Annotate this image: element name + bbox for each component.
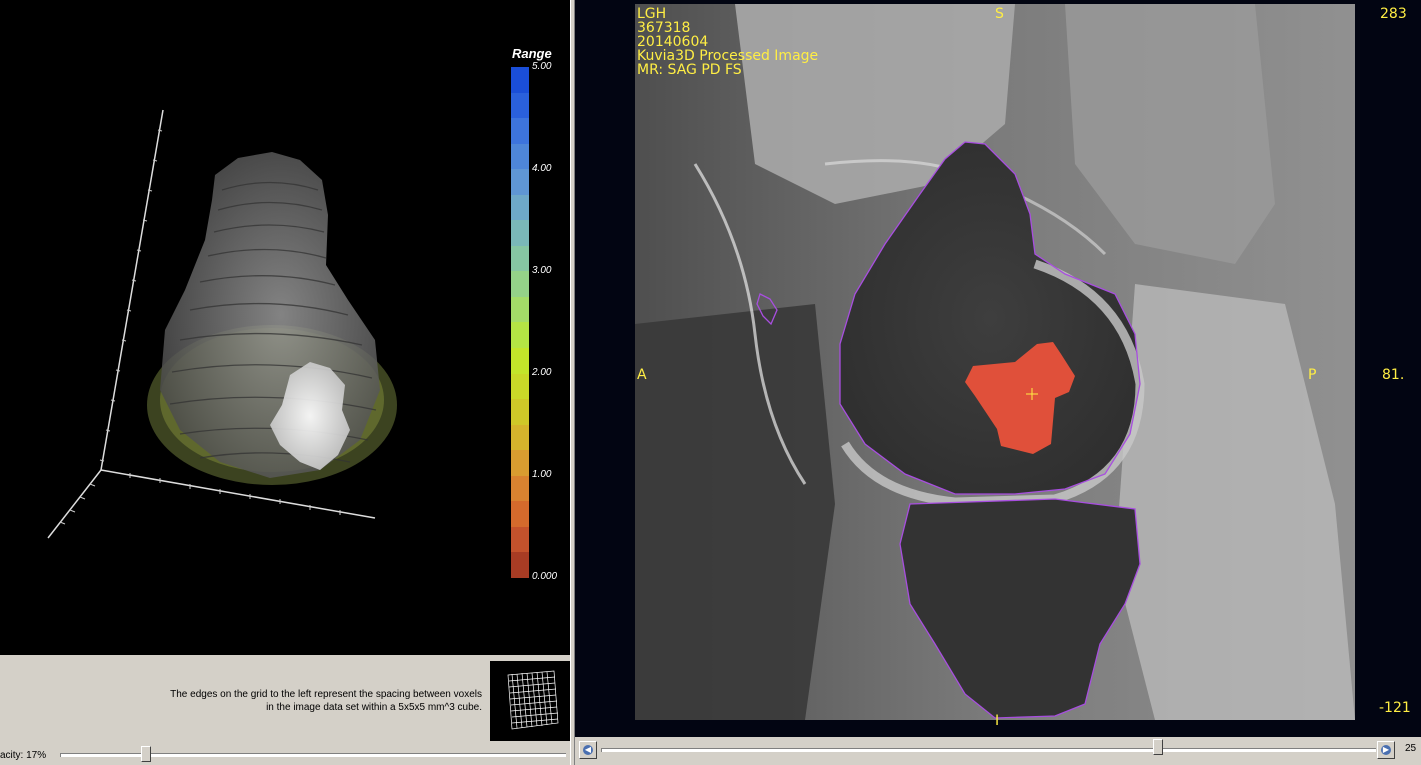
slice-slider[interactable] xyxy=(601,748,1376,752)
3d-render-view[interactable]: Range 5.00 4.00 3.00 2.00 1.00 0.000 xyxy=(0,0,570,655)
info-line: 367318 xyxy=(637,20,691,36)
colorbar-segment xyxy=(511,450,529,476)
scroll-left-button[interactable]: ◀ xyxy=(579,741,597,759)
colorbar-segment xyxy=(511,322,529,349)
colorbar-segment xyxy=(511,373,529,400)
colorbar-segment xyxy=(511,424,529,451)
colorbar-segment xyxy=(511,169,529,195)
colorbar-segment xyxy=(511,475,529,502)
colorbar-tick: 0.000 xyxy=(532,571,558,582)
y-axis xyxy=(47,469,102,539)
voxel-grid-thumbnail xyxy=(490,661,570,741)
window-max: 283 xyxy=(1380,6,1407,22)
3d-bone-render xyxy=(47,109,397,539)
colorbar-segment xyxy=(511,296,529,323)
colorbar-tick: 3.00 xyxy=(532,265,552,276)
patient-info: LGH 367318 20140604 Kuvia3D Processed Im… xyxy=(637,7,818,77)
colorbar-tick: 1.00 xyxy=(532,469,552,480)
info-line: Kuvia3D Processed Image xyxy=(637,48,819,64)
info-panel: The edges on the grid to the left repres… xyxy=(0,655,570,765)
arrow-right-icon: ▶ xyxy=(1381,745,1391,755)
colorbar-segment xyxy=(511,143,529,170)
orientation-anterior: A xyxy=(637,367,647,383)
slice-slider-thumb[interactable] xyxy=(1153,739,1164,755)
info-line: MR: SAG PD FS xyxy=(637,62,742,78)
opacity-slider[interactable] xyxy=(60,753,566,757)
orientation-posterior: P xyxy=(1308,367,1317,383)
colorbar-tick: 2.00 xyxy=(532,367,552,378)
colorbar-segment xyxy=(511,399,529,425)
window-level: 81. xyxy=(1382,367,1405,383)
colorbar-segment xyxy=(511,245,529,272)
arrow-left-icon: ◀ xyxy=(583,745,593,755)
colorbar-segment xyxy=(511,67,529,93)
colorbar-segment xyxy=(511,348,529,374)
colorbar-segment xyxy=(511,501,529,527)
colorbar-title: Range xyxy=(512,46,552,61)
colorbar-segment xyxy=(511,271,529,297)
colorbar-segment xyxy=(511,118,529,144)
colorbar-segment xyxy=(511,526,529,553)
mri-slice-view[interactable]: LGH 367318 20140604 Kuvia3D Processed Im… xyxy=(575,0,1421,737)
opacity-slider-thumb[interactable] xyxy=(140,746,151,762)
orientation-inferior: I xyxy=(995,713,1000,729)
info-line: LGH xyxy=(637,6,667,22)
orientation-superior: S xyxy=(995,6,1004,22)
slice-scroll-bar: ◀ ▶ 25 xyxy=(575,737,1421,765)
opacity-label: acity: 17% xyxy=(0,750,47,761)
colorbar-segment xyxy=(511,194,529,221)
colorbar-segment xyxy=(511,92,529,119)
colorbar-tick: 4.00 xyxy=(532,163,552,174)
colorbar-segment xyxy=(511,220,529,246)
slice-number: 25 xyxy=(1405,743,1417,754)
colorbar xyxy=(511,67,529,578)
colorbar-tick: 5.00 xyxy=(532,61,552,72)
window-min: -121 xyxy=(1379,700,1411,716)
grid-help-text: The edges on the grid to the left repres… xyxy=(170,689,482,713)
mri-image xyxy=(635,4,1355,720)
colorbar-segment xyxy=(511,552,529,578)
scroll-right-button[interactable]: ▶ xyxy=(1377,741,1395,759)
info-line: 20140604 xyxy=(637,34,709,50)
